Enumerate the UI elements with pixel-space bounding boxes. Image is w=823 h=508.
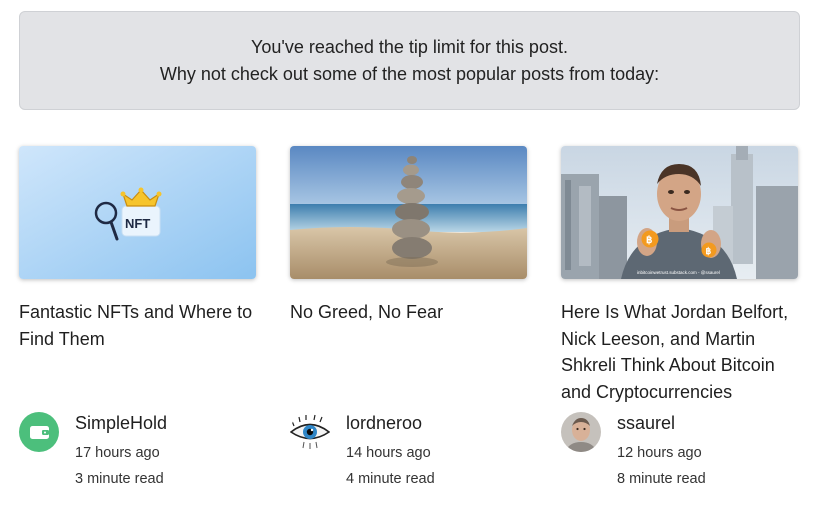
post-title[interactable]: Fantastic NFTs and Where to Find Them bbox=[19, 299, 259, 352]
notice-line-2: Why not check out some of the most popul… bbox=[159, 63, 660, 84]
read-time: 4 minute read bbox=[346, 471, 435, 487]
read-time: 8 minute read bbox=[617, 471, 706, 487]
avatar[interactable] bbox=[561, 412, 601, 452]
nft-crown-magnifier-icon: NFT bbox=[19, 146, 256, 279]
svg-text:฿: ฿ bbox=[646, 235, 652, 246]
post-author: lordneroo 14 hours ago 4 minute read bbox=[290, 410, 527, 490]
svg-text:inbitcoinwetrust.substack.com: inbitcoinwetrust.substack.com - @ssaurel bbox=[637, 270, 720, 275]
notice-line-1: You've reached the tip limit for this po… bbox=[251, 36, 568, 57]
post-thumbnail[interactable] bbox=[290, 146, 527, 279]
author-name[interactable]: SimpleHold bbox=[75, 413, 167, 434]
svg-text:฿: ฿ bbox=[706, 246, 712, 256]
avatar[interactable] bbox=[290, 412, 330, 452]
avatar[interactable] bbox=[19, 412, 59, 452]
read-time: 3 minute read bbox=[75, 471, 164, 487]
post-time: 12 hours ago bbox=[617, 445, 702, 461]
wallet-icon bbox=[19, 412, 59, 452]
post-time: 14 hours ago bbox=[346, 445, 431, 461]
post-title[interactable]: No Greed, No Fear bbox=[290, 299, 530, 326]
post-thumbnail[interactable]: ฿ ฿ inbitcoinwetrust.substack.com - @ssa… bbox=[561, 146, 798, 279]
svg-text:NFT: NFT bbox=[125, 216, 150, 231]
author-name[interactable]: ssaurel bbox=[617, 413, 675, 434]
post-title[interactable]: Here Is What Jordan Belfort, Nick Leeson… bbox=[561, 299, 801, 405]
user-photo-icon bbox=[561, 412, 601, 452]
stacked-stones-photo bbox=[290, 146, 527, 279]
post-card: ฿ ฿ inbitcoinwetrust.substack.com - @ssa… bbox=[561, 146, 801, 487]
eye-icon bbox=[290, 412, 330, 452]
man-with-bitcoin-photo: ฿ ฿ inbitcoinwetrust.substack.com - @ssa… bbox=[561, 146, 798, 279]
post-card: NFT Fantastic NFTs and Where to Find The… bbox=[19, 146, 259, 487]
tip-limit-notice: You've reached the tip limit for this po… bbox=[19, 11, 800, 110]
post-author: SimpleHold 17 hours ago 3 minute read bbox=[19, 410, 256, 490]
post-thumbnail[interactable]: NFT bbox=[19, 146, 256, 279]
post-card: No Greed, No Fear lordneroo 14 hours ago… bbox=[290, 146, 530, 487]
post-author: ssaurel 12 hours ago 8 minute read bbox=[561, 410, 798, 490]
author-name[interactable]: lordneroo bbox=[346, 413, 422, 434]
post-time: 17 hours ago bbox=[75, 445, 160, 461]
